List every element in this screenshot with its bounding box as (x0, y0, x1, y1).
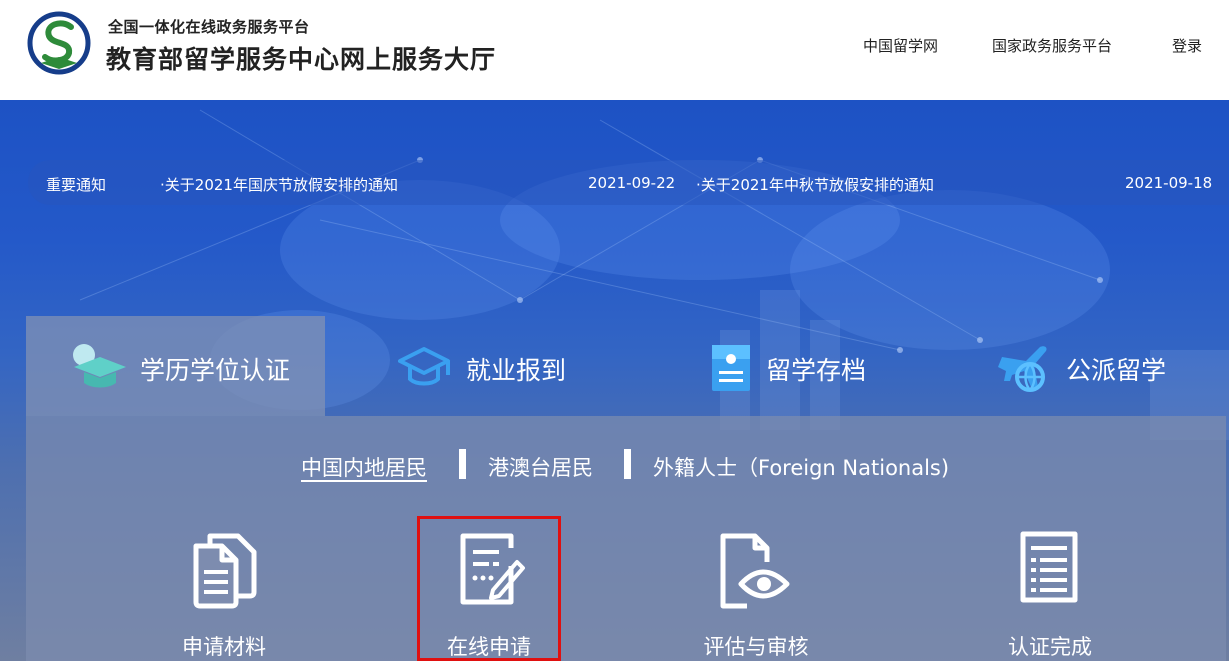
form-edit-icon (460, 533, 525, 605)
tab-study-abroad-archive[interactable]: 留学存档 (696, 316, 936, 416)
document-eye-icon (720, 533, 790, 609)
step-application-materials[interactable]: 申请材料 (144, 516, 304, 661)
notice-date: 2021-09-18 (1125, 174, 1213, 192)
tab-label: 学历学位认证 (140, 356, 291, 385)
tab-label: 公派留学 (1066, 356, 1167, 385)
step-label: 认证完成 (1008, 635, 1092, 659)
step-label: 申请材料 (182, 635, 266, 659)
plane-globe-icon (998, 346, 1047, 392)
site-header: 全国一体化在线政务服务平台 教育部留学服务中心网上服务大厅 中国留学网 国家政务… (0, 0, 1229, 100)
notice-item-2[interactable]: ·关于2021年中秋节放假安排的通知 (696, 174, 934, 195)
cap-badge-icon (398, 347, 450, 386)
step-label: 在线申请 (447, 635, 531, 659)
page-title: 教育部留学服务中心网上服务大厅 (106, 45, 497, 74)
service-panel: 学历学位认证 就业报到 留学存档 公派留学 中国内地居民 港澳台居民 外籍人士（… (26, 316, 1226, 661)
step-label: 评估与审核 (703, 635, 809, 659)
notice-title[interactable]: 关于2021年国庆节放假安排的通知 (165, 176, 398, 194)
tab-label: 留学存档 (766, 356, 867, 385)
checklist-icon (1020, 531, 1078, 603)
tab-employment-registration[interactable]: 就业报到 (386, 316, 626, 416)
notice-bar: 重要通知 ·关于2021年国庆节放假安排的通知 2021-09-22 ·关于20… (28, 160, 1228, 205)
notice-date: 2021-09-22 (588, 174, 676, 192)
divider (459, 449, 466, 479)
step-certification-complete[interactable]: 认证完成 (970, 516, 1130, 661)
notice-label: 重要通知 (46, 176, 107, 194)
site-logo-icon[interactable] (27, 11, 91, 75)
divider (624, 449, 631, 479)
login-link[interactable]: 登录 (1172, 35, 1202, 56)
subtab-mainland-residents[interactable]: 中国内地居民 (301, 452, 427, 482)
archive-icon (712, 345, 750, 391)
tab-degree-certification[interactable]: 学历学位认证 (26, 316, 325, 416)
graduation-cap-icon (73, 344, 126, 388)
notice-title[interactable]: 关于2021年中秋节放假安排的通知 (701, 176, 934, 194)
subtab-foreign-nationals[interactable]: 外籍人士（Foreign Nationals) (653, 452, 949, 482)
subtab-hk-macau-taiwan[interactable]: 港澳台居民 (488, 452, 593, 482)
step-evaluation-review[interactable]: 评估与审核 (676, 516, 836, 661)
documents-icon (193, 533, 257, 609)
tab-government-sponsored-study[interactable]: 公派留学 (986, 316, 1226, 416)
tab-label: 就业报到 (466, 356, 567, 385)
notice-item-1[interactable]: ·关于2021年国庆节放假安排的通知 (160, 174, 398, 195)
nav-link-cscse[interactable]: 中国留学网 (863, 35, 938, 56)
nav-link-gov-platform[interactable]: 国家政务服务平台 (992, 35, 1112, 56)
platform-subtitle: 全国一体化在线政务服务平台 (108, 18, 310, 36)
step-online-application[interactable]: 在线申请 (417, 516, 561, 661)
resident-type-tabs: 中国内地居民 港澳台居民 外籍人士（Foreign Nationals) (26, 446, 1226, 486)
